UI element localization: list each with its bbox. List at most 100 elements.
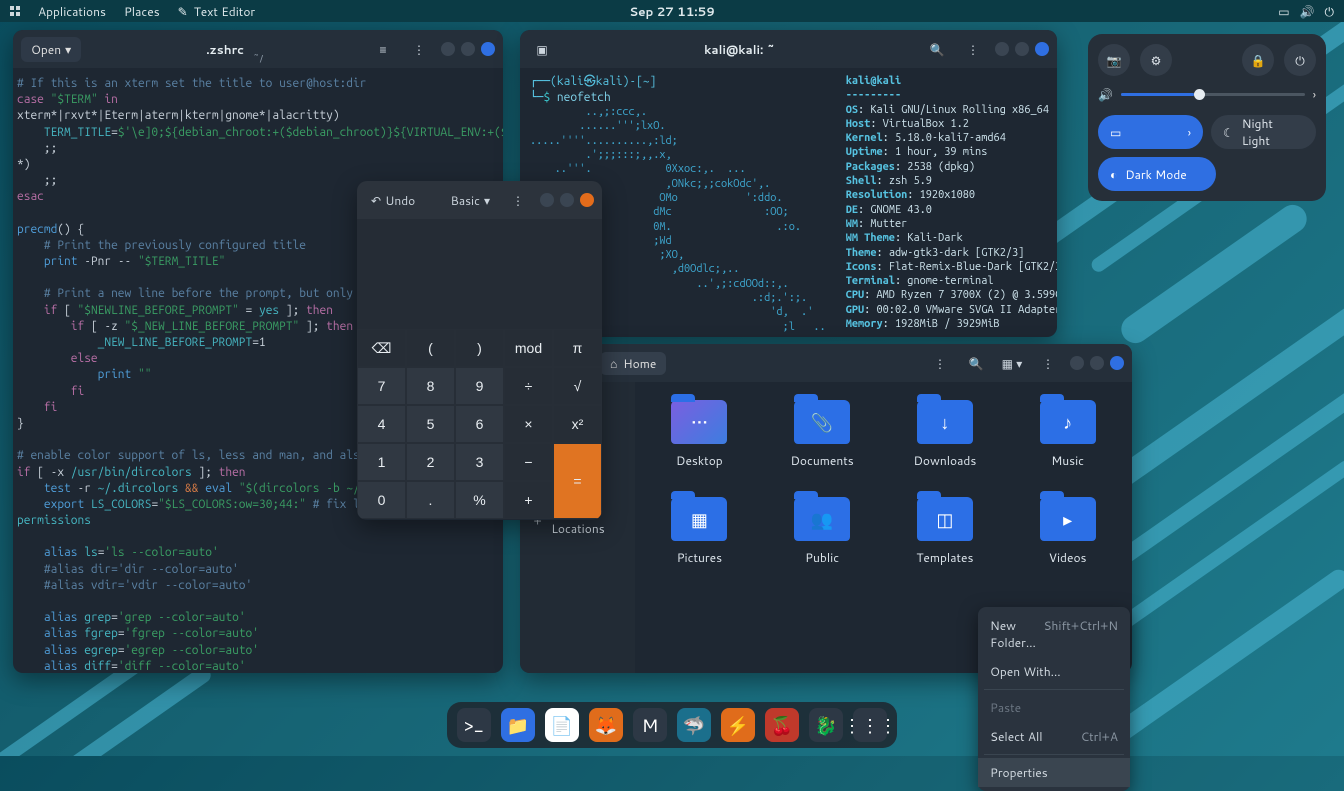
wired-toggle[interactable]: ▭ › <box>1098 115 1203 149</box>
minimize-button[interactable] <box>1070 356 1084 370</box>
menu-icon[interactable]: ⋮ <box>504 186 532 214</box>
volume-indicator-icon[interactable]: 🔊 <box>1300 3 1315 20</box>
calc-key-7[interactable]: 7 <box>357 367 406 405</box>
menu-item-select-all[interactable]: Select AllCtrl+A <box>978 722 1130 751</box>
power-button[interactable]: ⏻ <box>1284 44 1316 76</box>
folder-music[interactable]: ♪Music <box>1015 400 1120 469</box>
dock-doc[interactable]: 📄 <box>545 708 579 742</box>
menu-item-new-folder-[interactable]: New Folder…Shift+Ctrl+N <box>978 611 1130 657</box>
screenshot-button[interactable]: 📷 <box>1098 44 1130 76</box>
calc-key-([interactable]: ( <box>406 329 455 367</box>
home-icon: ⌂ <box>610 355 617 372</box>
calc-titlebar: ↶ Undo Basic ▾ ⋮ <box>357 181 602 219</box>
power-indicator-icon[interactable]: ⏻ <box>1325 3 1335 20</box>
calc-key-4[interactable]: 4 <box>357 405 406 443</box>
sidebar-toggle-icon[interactable]: ≡ <box>369 35 397 63</box>
mode-selector[interactable]: Basic ▾ <box>444 186 496 214</box>
dock-files[interactable]: 📁 <box>501 708 535 742</box>
menu-icon[interactable]: ⋮ <box>959 35 987 63</box>
folder-public[interactable]: 👥Public <box>770 497 875 566</box>
close-button[interactable] <box>1035 42 1049 56</box>
folder-icon: 👥 <box>794 497 850 541</box>
dark-mode-toggle[interactable]: ◐ Dark Mode <box>1098 157 1216 191</box>
minimize-button[interactable] <box>540 193 554 207</box>
maximize-button[interactable] <box>1090 356 1104 370</box>
dock-apps[interactable]: ⋮⋮⋮ <box>853 708 887 742</box>
folder-documents[interactable]: 📎Documents <box>770 400 875 469</box>
dock-ws[interactable]: 🦈 <box>677 708 711 742</box>
calc-key-%[interactable]: % <box>455 481 504 519</box>
folder-desktop[interactable]: •••Desktop <box>647 400 752 469</box>
settings-button[interactable]: ⚙ <box>1140 44 1172 76</box>
calc-key-√[interactable]: √ <box>553 367 602 405</box>
top-bar: Applications Places ✎ Text Editor Sep 27… <box>0 0 1344 22</box>
calc-display[interactable] <box>357 219 602 329</box>
folder-label: Downloads <box>913 452 976 469</box>
dock-bs[interactable]: ⚡ <box>721 708 755 742</box>
path-bar[interactable]: ⌂ Home <box>600 352 666 375</box>
calc-key-0[interactable]: 0 <box>357 481 406 519</box>
screenshot-indicator-icon[interactable]: ▭ <box>1278 3 1289 20</box>
editor-path: ~/ <box>253 52 263 66</box>
night-light-toggle[interactable]: ☾ Night Light <box>1211 115 1316 149</box>
minimize-button[interactable] <box>441 42 455 56</box>
calc-key-2[interactable]: 2 <box>406 443 455 481</box>
calc-key-)[interactable]: ) <box>455 329 504 367</box>
folder-icon: ♪ <box>1040 400 1096 444</box>
calc-key-.[interactable]: . <box>406 481 455 519</box>
dock-kali[interactable]: 🐉 <box>809 708 843 742</box>
moon-icon: ☾ <box>1223 124 1234 141</box>
lock-button[interactable]: 🔒 <box>1242 44 1274 76</box>
dock: >_ 📁 📄 🦊 M 🦈 ⚡ 🍒 🐉 ⋮⋮⋮ <box>447 702 897 748</box>
dock-cherry[interactable]: 🍒 <box>765 708 799 742</box>
calc-key-x²[interactable]: x² <box>553 405 602 443</box>
open-button[interactable]: Open ▾ <box>21 37 81 62</box>
folder-icon: ▸ <box>1040 497 1096 541</box>
folder-templates[interactable]: ◫Templates <box>893 497 998 566</box>
calc-key-5[interactable]: 5 <box>406 405 455 443</box>
calc-key-8[interactable]: 8 <box>406 367 455 405</box>
calc-key-+[interactable]: + <box>504 481 553 519</box>
menu-icon[interactable]: ⋮ <box>405 35 433 63</box>
menu-applications[interactable]: Applications <box>38 3 106 20</box>
undo-button[interactable]: ↶ Undo <box>365 186 421 214</box>
menu-item-open-with-[interactable]: Open With… <box>978 657 1130 686</box>
calc-key-π[interactable]: π <box>553 329 602 367</box>
maximize-button[interactable] <box>461 42 475 56</box>
calc-key-⌫[interactable]: ⌫ <box>357 329 406 367</box>
folder-pictures[interactable]: ▦Pictures <box>647 497 752 566</box>
volume-slider[interactable]: 🔊 › <box>1098 86 1316 103</box>
calc-key-×[interactable]: × <box>504 405 553 443</box>
folder-videos[interactable]: ▸Videos <box>1015 497 1120 566</box>
calc-key-6[interactable]: 6 <box>455 405 504 443</box>
calc-key-=[interactable]: = <box>553 443 602 519</box>
minimize-button[interactable] <box>995 42 1009 56</box>
close-button[interactable] <box>580 193 594 207</box>
calc-key-−[interactable]: − <box>504 443 553 481</box>
new-tab-button[interactable]: ▣ <box>528 35 556 63</box>
clock[interactable]: Sep 27 11:59 <box>629 3 715 20</box>
calc-key-9[interactable]: 9 <box>455 367 504 405</box>
dock-ff[interactable]: 🦊 <box>589 708 623 742</box>
maximize-button[interactable] <box>1015 42 1029 56</box>
menu-item-properties[interactable]: Properties <box>978 758 1130 787</box>
menu-places[interactable]: Places <box>124 3 160 20</box>
path-menu-icon[interactable]: ⋮ <box>926 349 954 377</box>
expand-icon[interactable]: › <box>1313 86 1316 103</box>
calc-key-1[interactable]: 1 <box>357 443 406 481</box>
menu-icon[interactable]: ⋮ <box>1034 349 1062 377</box>
search-icon[interactable]: 🔍 <box>962 349 990 377</box>
folder-downloads[interactable]: ↓Downloads <box>893 400 998 469</box>
view-toggle[interactable]: ▦ ▾ <box>998 349 1026 377</box>
menu-text-editor[interactable]: ✎ Text Editor <box>178 3 255 20</box>
calc-key-mod[interactable]: mod <box>504 329 553 367</box>
dock-msf[interactable]: M <box>633 708 667 742</box>
maximize-button[interactable] <box>560 193 574 207</box>
search-icon[interactable]: 🔍 <box>923 35 951 63</box>
close-button[interactable] <box>481 42 495 56</box>
calc-key-÷[interactable]: ÷ <box>504 367 553 405</box>
activities-icon[interactable] <box>10 6 20 16</box>
dock-term[interactable]: >_ <box>457 708 491 742</box>
close-button[interactable] <box>1110 356 1124 370</box>
calc-key-3[interactable]: 3 <box>455 443 504 481</box>
